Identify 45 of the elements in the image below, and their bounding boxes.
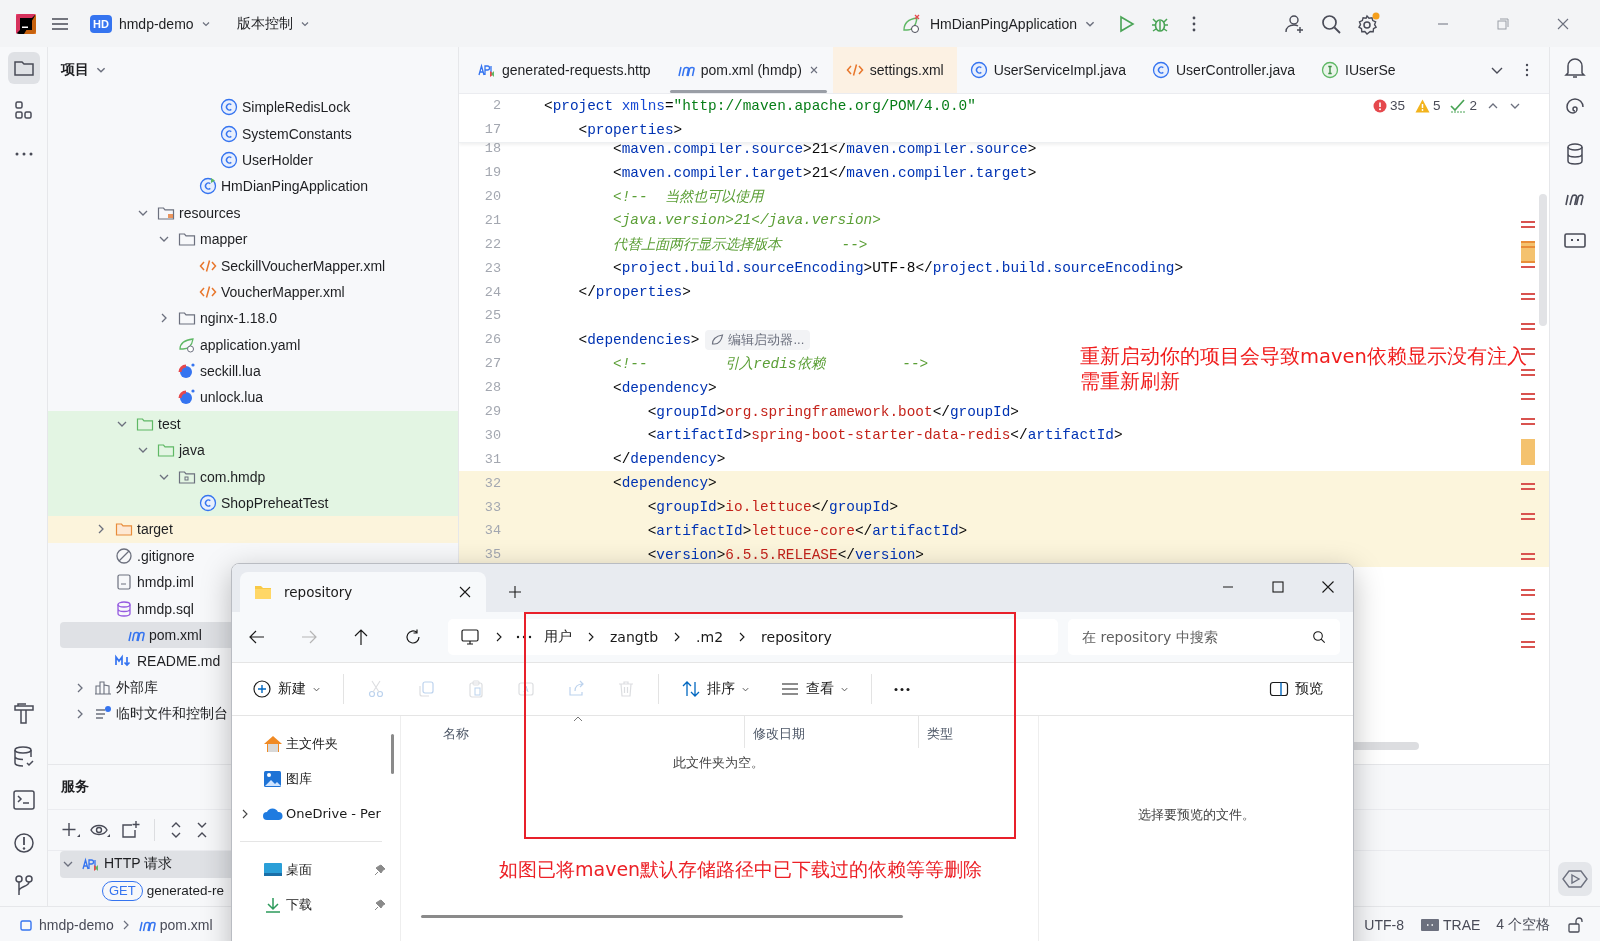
empty-message: 此文件夹为空。 [671,754,765,772]
code-line: <version>6.5.5.RELEASE</version> [646,546,924,563]
code-line: <project.build.sourceEncoding>UTF-8</project.build.sourceEncoding> [612,260,1184,277]
code-line: <artifactId>lettuce-core</artifactId> [646,522,968,539]
code-line: <dependency> [612,475,717,492]
annotation-text: 重新启动你的项目会导致maven依赖显示没有注入 需重新刷新 [1080,344,1527,394]
preview-message: 选择要预览的文件。 [1137,806,1255,824]
line-number: 32 [483,475,502,491]
annotation-text: 如图已将maven默认存储路径中已下载过的依赖等等删除 [499,857,983,882]
code-line: <artifactId>spring-boot-starter-data-redis</artifactId> [646,427,1123,444]
line-number: 17 [483,122,502,138]
code-line: <java.version>21</java.version> [612,212,881,229]
code-line: <groupId>io.lettuce</groupId> [646,499,899,516]
code-line: </properties> [577,284,691,301]
line-number: 20 [483,189,502,204]
code-line: <groupId>org.springframework.boot</groupId> [646,403,1019,420]
line-number: 28 [483,380,502,396]
line-number: 35 [483,547,502,563]
code-line: <maven.compiler.source>21</maven.compiler.source> [612,140,1037,157]
code-line: <properties> [577,121,683,138]
line-number: 22 [483,236,502,252]
code-line: <dependency> [612,379,717,396]
line-number: 18 [483,141,502,157]
code-line: </dependency> [612,451,726,468]
code-line: <!-- 当然也可以使用 [612,188,763,206]
line-number: 30 [483,427,502,443]
line-number: 33 [483,499,502,515]
line-number: 25 [483,308,502,324]
code-line: <dependencies> [577,331,700,348]
line-number: 24 [483,284,502,300]
code-line: <project xmlns="http://maven.apache.org/POM/4.0.0" [544,97,976,114]
panel-title: 服务 [61,778,89,797]
line-number: 27 [483,356,502,372]
line-number: 31 [483,451,502,467]
line-number: 19 [483,165,502,181]
line-number: 21 [483,212,502,228]
project-badge: HD [90,14,112,33]
line-number: 26 [483,332,502,348]
code-line: <maven.compiler.target>21</maven.compiler.target> [612,164,1037,181]
code-line: 代替上面两行显示选择版本 --> [612,235,868,254]
line-number: 34 [483,523,502,539]
line-number: 2 [491,98,502,114]
code-line: <!-- 引入redis依赖 --> [612,355,929,374]
line-number: 29 [483,404,502,419]
line-number: 23 [483,260,502,276]
